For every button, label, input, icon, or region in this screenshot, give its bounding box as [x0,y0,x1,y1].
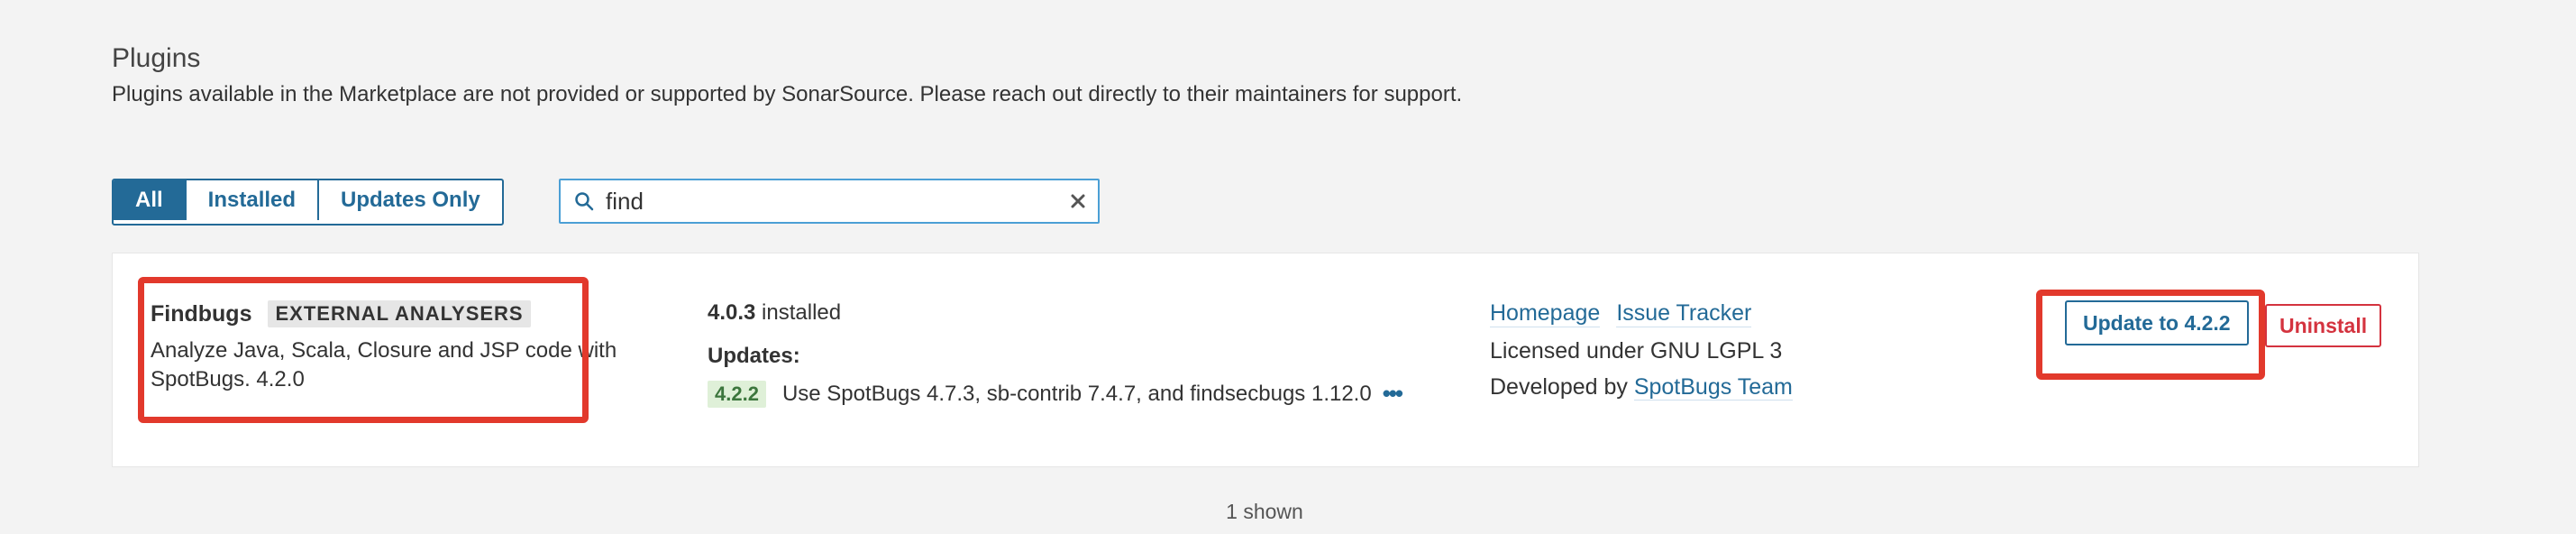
update-description: Use SpotBugs 4.7.3, sb-contrib 7.4.7, an… [781,381,1372,406]
more-icon[interactable]: ••• [1383,380,1403,408]
search-icon [566,180,602,222]
update-entry: 4.2.2 Use SpotBugs 4.7.3, sb-contrib 7.4… [708,380,1403,408]
filter-toggle-group: All Installed Updates Only [112,179,504,226]
plugin-links: Homepage Issue Tracker [1490,300,1768,327]
close-icon[interactable] [1058,180,1098,222]
plugin-description: Analyze Java, Scala, Closure and JSP cod… [151,338,617,391]
search-box [559,179,1100,224]
page-title: Plugins [112,43,201,74]
homepage-link[interactable]: Homepage [1490,300,1601,327]
license-text: Licensed under GNU LGPL 3 [1490,338,1783,364]
search-input[interactable] [602,187,1058,216]
uninstall-button[interactable]: Uninstall [2265,304,2382,347]
filter-installed-button[interactable]: Installed [187,180,320,220]
installed-version-number: 4.0.3 [708,300,756,325]
update-version-badge: 4.2.2 [708,380,766,408]
developed-by-label: Developed by [1490,374,1634,400]
installed-version: 4.0.3 installed [708,300,841,326]
developer-link[interactable]: SpotBugs Team [1633,374,1793,400]
results-count: 1 shown [1226,500,1303,523]
plugin-header: Findbugs EXTERNAL ANALYSERS [151,300,531,327]
plugin-name: Findbugs [151,300,252,327]
issue-tracker-link[interactable]: Issue Tracker [1616,300,1752,327]
filter-updates-only-button[interactable]: Updates Only [319,180,502,220]
updates-label: Updates: [708,344,800,368]
plugin-card: Findbugs EXTERNAL ANALYSERS Analyze Java… [112,253,2419,467]
filter-all-button[interactable]: All [114,180,187,220]
marketplace-notice: Plugins available in the Marketplace are… [112,82,1463,106]
category-badge: EXTERNAL ANALYSERS [268,300,531,327]
update-button[interactable]: Update to 4.2.2 [2065,300,2249,345]
developer-line: Developed by SpotBugs Team [1490,374,1809,400]
installed-suffix: installed [755,300,842,325]
